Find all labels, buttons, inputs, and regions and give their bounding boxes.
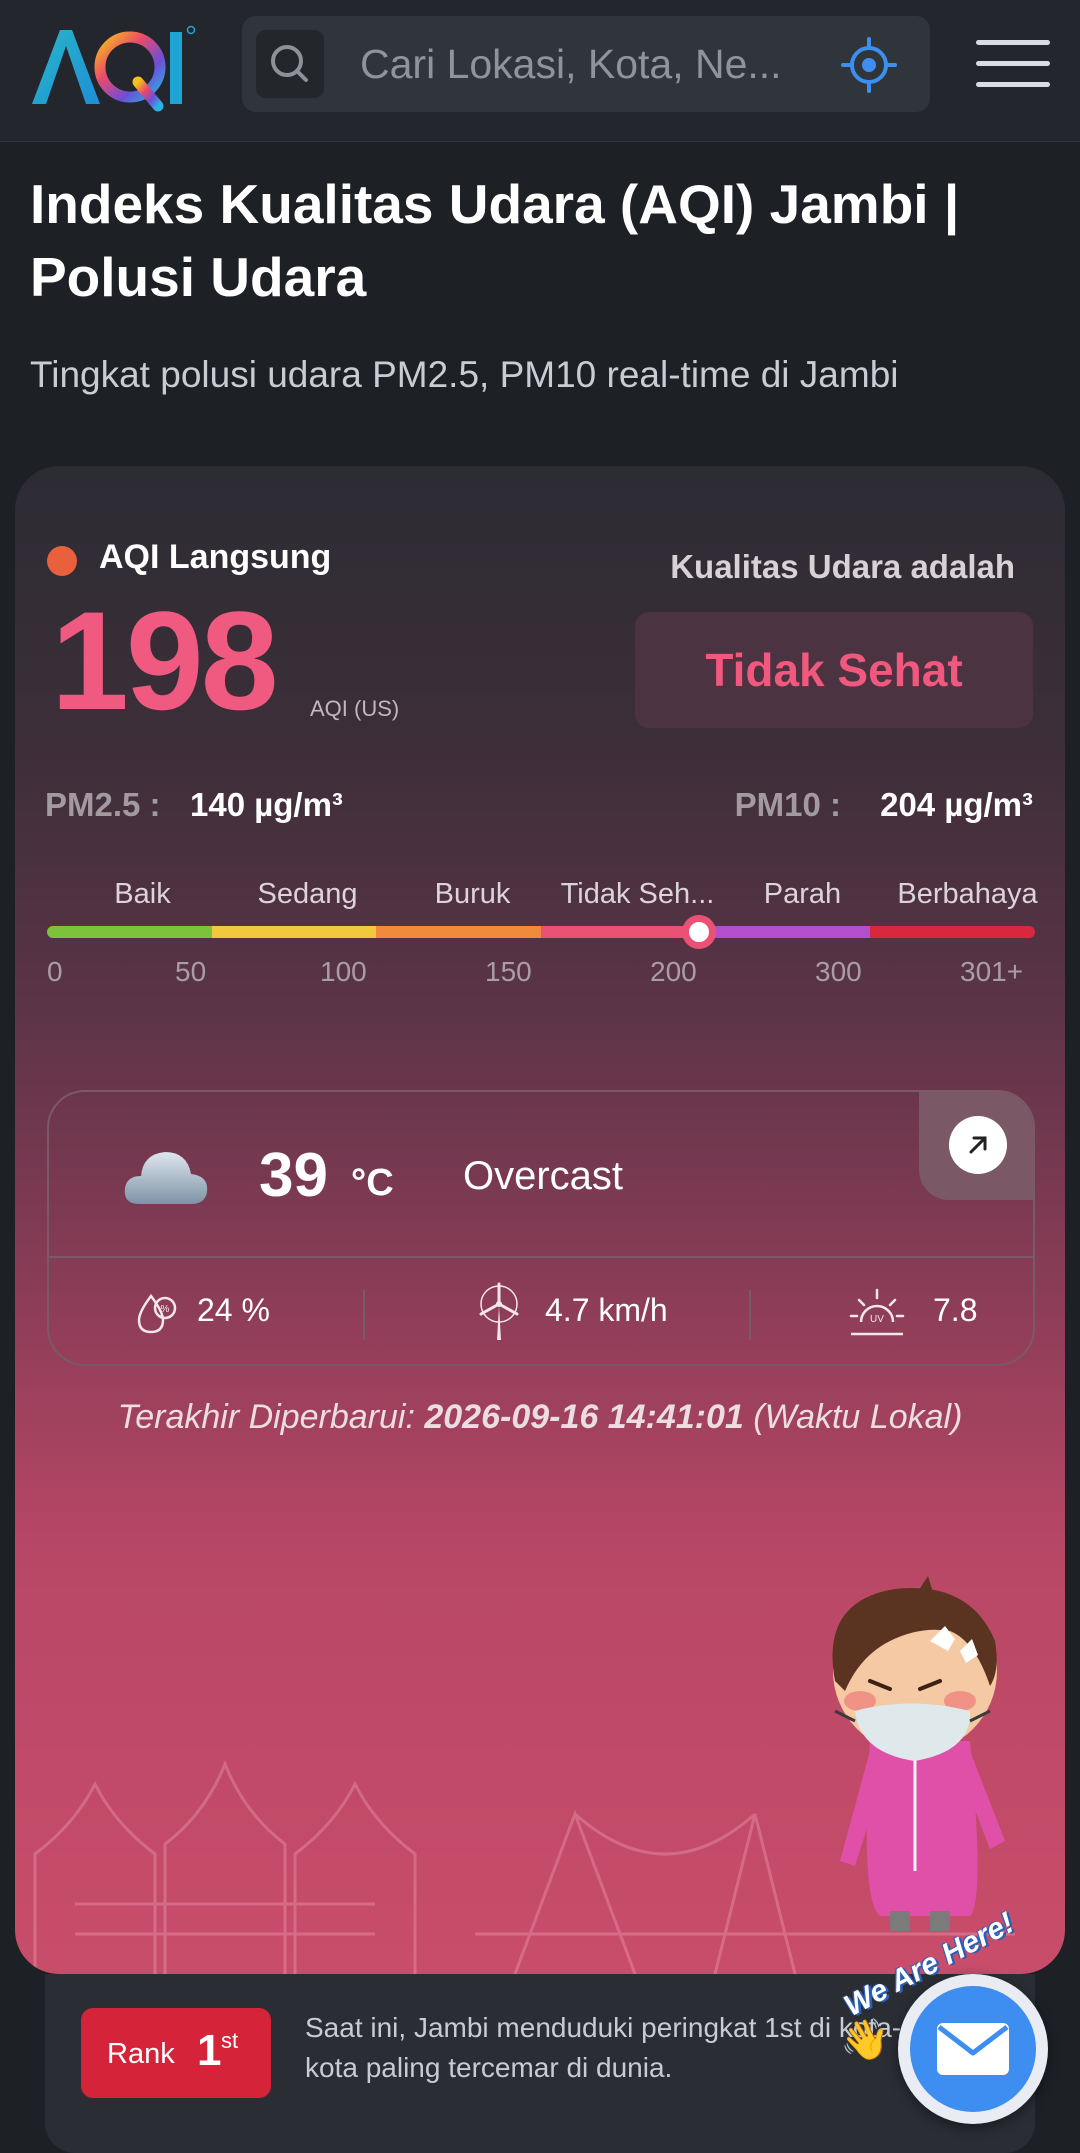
scale-number: 150 <box>485 956 532 987</box>
weather-condition: Overcast <box>463 1154 624 1198</box>
contact-widget[interactable]: We Are Here! 👋 <box>830 1906 1070 2148</box>
search-input[interactable] <box>360 38 800 90</box>
live-aqi-label: AQI Langsung <box>99 538 332 576</box>
scale-category-label: Baik <box>114 878 171 910</box>
aqi-unit: AQI (US) <box>310 696 400 721</box>
scale-category-label: Parah <box>763 878 842 910</box>
search-bar[interactable] <box>242 16 930 112</box>
rank-suffix: st <box>221 2028 239 2053</box>
page-subtitle: Tingkat polusi udara PM2.5, PM10 real-ti… <box>30 354 899 395</box>
svg-text:UV: UV <box>870 1314 884 1325</box>
search-icon[interactable] <box>256 30 324 98</box>
quality-caption: Kualitas Udara adalah <box>670 548 1015 585</box>
weather-panel: 39 °C Overcast % 24 % 4.7 km/h UV 7.8 <box>47 1090 1035 1366</box>
rank-number: 1 <box>197 2026 222 2075</box>
scale-category-label: Tidak Seh... <box>560 878 715 910</box>
pm25-label: PM2.5 : <box>45 786 161 823</box>
arrow-up-right-icon <box>949 1116 1007 1174</box>
scale-number: 100 <box>320 956 367 987</box>
scale-segment <box>211 926 377 938</box>
humidity-value: 24 % <box>197 1292 270 1328</box>
cloud-icon <box>124 1152 208 1204</box>
aqi-value: 198 <box>51 582 279 739</box>
scale-segment <box>47 926 212 938</box>
temperature-unit: °C <box>351 1162 394 1204</box>
aqi-logo[interactable] <box>30 22 195 112</box>
scale-number: 200 <box>650 956 697 987</box>
rank-badge[interactable]: Rank 1 st <box>81 2008 271 2098</box>
last-updated-prefix: Terakhir Diperbarui: <box>117 1398 415 1436</box>
temperature-value: 39 <box>259 1141 328 1210</box>
pm10-label: PM10 : <box>734 786 841 823</box>
scale-segment <box>376 926 542 938</box>
last-updated-timestamp: 2026-09-16 14:41:01 <box>424 1398 744 1436</box>
scale-number: 50 <box>175 956 207 987</box>
scale-number: 0 <box>47 956 63 987</box>
mail-icon <box>937 2023 1009 2075</box>
scale-category-label: Sedang <box>257 878 358 910</box>
rank-label: Rank <box>107 2038 175 2070</box>
uv-index-icon: UV <box>849 1288 905 1336</box>
page-title: Indeks Kualitas Udara (AQI) Jambi | Polu… <box>30 173 960 308</box>
locate-icon[interactable] <box>840 36 898 94</box>
scale-category-label: Berbahaya <box>897 878 1038 910</box>
scale-segment <box>870 926 1035 938</box>
scale-number: 301+ <box>960 956 1024 987</box>
stat-divider <box>749 1290 751 1340</box>
weather-expand-button[interactable] <box>919 1092 1033 1200</box>
scale-number: 300 <box>815 956 862 987</box>
masked-boy-mascot <box>832 1576 1005 1931</box>
humidity-icon: % <box>137 1293 177 1334</box>
scale-segment <box>541 926 706 938</box>
aqi-scale-marker <box>682 915 717 949</box>
pm25-value: 140 µg/m³ <box>190 786 343 823</box>
live-indicator-dot <box>47 546 77 576</box>
quality-status-badge: Tidak Sehat <box>635 612 1033 728</box>
menu-icon[interactable] <box>976 38 1050 90</box>
weather-divider <box>49 1256 1033 1258</box>
aqi-scale-bar <box>47 926 1035 938</box>
wind-speed-value: 4.7 km/h <box>545 1292 668 1328</box>
scale-segment <box>705 926 871 938</box>
scale-category-label: Buruk <box>434 878 511 910</box>
svg-text:%: % <box>161 1304 170 1315</box>
top-bar <box>0 0 1080 142</box>
rank-description: Saat ini, Jambi menduduki peringkat 1st … <box>305 2012 902 2083</box>
aqi-card: AQI Langsung 198 AQI (US) Kualitas Udara… <box>15 466 1065 1974</box>
uv-index-value: 7.8 <box>933 1292 978 1328</box>
last-updated-suffix: (Waktu Lokal) <box>753 1398 963 1436</box>
pm10-value: 204 µg/m³ <box>880 786 1033 823</box>
wind-turbine-icon <box>479 1282 519 1340</box>
stat-divider <box>363 1290 365 1340</box>
last-updated: Terakhir Diperbarui: 2026-09-16 14:41:01… <box>15 1398 1065 1437</box>
waving-hand-icon: 👋 <box>840 2018 890 2062</box>
contact-button[interactable] <box>898 1974 1048 2124</box>
